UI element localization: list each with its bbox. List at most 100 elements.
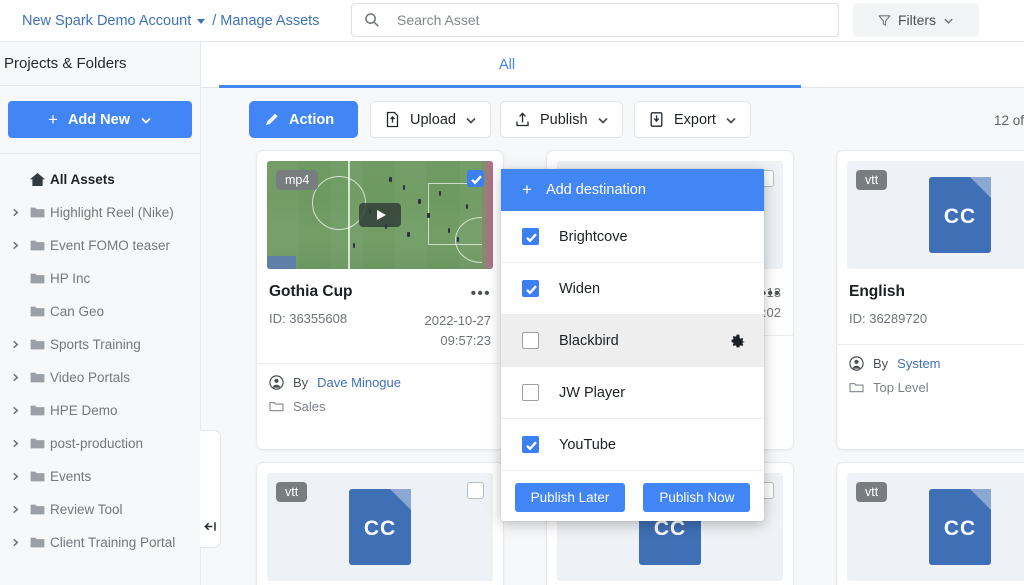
- asset-select-checkbox[interactable]: [467, 170, 484, 187]
- asset-footer: By Dave Minogue Sales: [257, 363, 503, 414]
- toolbar: Action Upload Publish Export 12 of: [201, 88, 1024, 150]
- search-input[interactable]: Search Asset: [351, 3, 839, 37]
- action-button[interactable]: Action: [249, 101, 358, 138]
- asset-id: ID: 36355608: [269, 311, 348, 326]
- tab-bar: All: [201, 42, 1024, 88]
- chevron-down-icon[interactable]: [197, 19, 206, 24]
- expand-arrow-icon[interactable]: [6, 406, 24, 415]
- expand-arrow-icon[interactable]: [6, 241, 24, 250]
- destination-item-widen[interactable]: Widen: [501, 263, 764, 315]
- asset-thumbnail[interactable]: mp4: [267, 161, 493, 269]
- collapse-left-icon: [203, 522, 216, 531]
- chevron-down-icon: [343, 119, 344, 120]
- expand-arrow-icon[interactable]: [6, 505, 24, 514]
- sidebar-item-events[interactable]: Events: [0, 460, 200, 493]
- author-name[interactable]: System: [897, 356, 940, 371]
- destination-label: Widen: [559, 280, 601, 297]
- publish-later-button[interactable]: Publish Later: [514, 482, 626, 512]
- destination-label: YouTube: [559, 436, 616, 453]
- check-icon: [471, 175, 482, 185]
- sidebar-item-video-portals[interactable]: Video Portals: [0, 361, 200, 394]
- destination-checkbox[interactable]: [522, 384, 539, 401]
- expand-arrow-icon[interactable]: [6, 373, 24, 382]
- sidebar-item-sports-training[interactable]: Sports Training: [0, 328, 200, 361]
- expand-arrow-icon[interactable]: [6, 340, 24, 349]
- sidebar-collapse-handle[interactable]: [200, 430, 221, 548]
- destination-item-brightcove[interactable]: Brightcove: [501, 211, 764, 263]
- sidebar-item-hpe-demo[interactable]: HPE Demo: [0, 394, 200, 427]
- top-bar: New Spark Demo Account / Manage Assets S…: [0, 0, 1024, 41]
- sidebar-item-event-fomo-teaser[interactable]: Event FOMO teaser: [0, 229, 200, 262]
- destination-checkbox[interactable]: [522, 280, 539, 297]
- add-destination-button[interactable]: + Add destination: [501, 169, 764, 211]
- sidebar-item-highlight-reel-nike[interactable]: Highlight Reel (Nike): [0, 196, 200, 229]
- destination-checkbox[interactable]: [522, 332, 539, 349]
- asset-card[interactable]: CC vtt: [256, 462, 504, 585]
- tab-all[interactable]: All: [497, 42, 517, 88]
- sidebar-item-review-tool[interactable]: Review Tool: [0, 493, 200, 526]
- breadcrumb-page[interactable]: Manage Assets: [220, 13, 319, 29]
- file-type-badge: vtt: [856, 170, 888, 190]
- chevron-down-icon: [597, 117, 608, 124]
- sidebar-item-hp-inc[interactable]: HP Inc: [0, 262, 200, 295]
- filters-button[interactable]: Filters: [853, 3, 979, 37]
- export-label: Export: [674, 111, 716, 128]
- caption-file-icon: CC: [929, 489, 991, 565]
- destination-item-jw-player[interactable]: JW Player: [501, 367, 764, 419]
- publish-button[interactable]: Publish: [500, 101, 623, 138]
- sidebar-item-client-training-portal[interactable]: Client Training Portal: [0, 526, 200, 559]
- expand-arrow-icon[interactable]: [6, 538, 24, 547]
- folder-name: Sales: [293, 399, 326, 414]
- dropdown-footer: Publish Later Publish Now: [501, 471, 764, 523]
- publish-now-button[interactable]: Publish Now: [643, 482, 751, 512]
- user-icon: [269, 375, 284, 390]
- asset-folder: Sales: [269, 399, 491, 414]
- folder-icon: [24, 371, 50, 384]
- asset-card[interactable]: CC vtt English ID: 36289720 202: [836, 150, 1024, 450]
- breadcrumb: New Spark Demo Account / Manage Assets: [22, 13, 319, 29]
- asset-thumbnail[interactable]: CC vtt: [847, 161, 1024, 269]
- asset-menu-button[interactable]: •••: [471, 285, 491, 302]
- destination-checkbox[interactable]: [522, 436, 539, 453]
- plus-icon: +: [522, 180, 532, 199]
- expand-arrow-icon[interactable]: [6, 439, 24, 448]
- play-triangle-icon: [376, 210, 386, 220]
- sidebar-item-label: Sports Training: [50, 337, 141, 352]
- asset-title: English: [849, 283, 905, 300]
- gear-icon[interactable]: [730, 333, 746, 349]
- sidebar-item-label: Review Tool: [50, 502, 123, 517]
- destination-checkbox[interactable]: [522, 228, 539, 245]
- sidebar-item-label: HP Inc: [50, 271, 91, 286]
- play-button[interactable]: [359, 203, 401, 227]
- sidebar-item-post-production[interactable]: post-production: [0, 427, 200, 460]
- upload-button[interactable]: Upload: [370, 101, 491, 138]
- asset-thumbnail[interactable]: CC vtt: [267, 473, 493, 581]
- pencil-icon: [266, 113, 278, 125]
- caption-file-icon: CC: [349, 489, 411, 565]
- asset-card[interactable]: mp4 Gothia Cup ••• ID: 36355608 2022-10-…: [256, 150, 504, 450]
- destination-item-blackbird[interactable]: Blackbird: [501, 315, 764, 367]
- destination-item-youtube[interactable]: YouTube: [501, 419, 764, 471]
- author-by-label: By: [873, 355, 889, 371]
- breadcrumb-account[interactable]: New Spark Demo Account: [22, 13, 191, 29]
- asset-card[interactable]: CC vtt: [836, 462, 1024, 585]
- asset-id: ID: 36289720: [849, 311, 928, 326]
- author-name[interactable]: Dave Minogue: [317, 375, 401, 390]
- expand-arrow-icon[interactable]: [6, 208, 24, 217]
- sidebar-item-can-geo[interactable]: Can Geo: [0, 295, 200, 328]
- folder-icon: [24, 206, 50, 219]
- export-button[interactable]: Export: [634, 101, 751, 138]
- asset-select-checkbox[interactable]: [467, 482, 484, 499]
- add-new-button[interactable]: + Add New: [8, 101, 192, 138]
- sidebar-item-label: Can Geo: [50, 304, 105, 319]
- destination-list: Brightcove Widen Blackbird JW Player YouTube: [501, 211, 764, 471]
- sidebar-item-label: Events: [50, 469, 92, 484]
- sidebar-item-all-assets[interactable]: All Assets: [0, 163, 200, 196]
- asset-meta: ID: 36289720 202: [849, 311, 1024, 331]
- folder-icon: [849, 382, 864, 392]
- expand-arrow-icon[interactable]: [6, 472, 24, 481]
- asset-thumbnail[interactable]: CC vtt: [847, 473, 1024, 581]
- folder-tree-items: Highlight Reel (Nike) Event FOMO teaser HP…: [0, 196, 200, 559]
- sidebar-item-label: post-production: [50, 436, 144, 451]
- folder-icon: [24, 470, 50, 483]
